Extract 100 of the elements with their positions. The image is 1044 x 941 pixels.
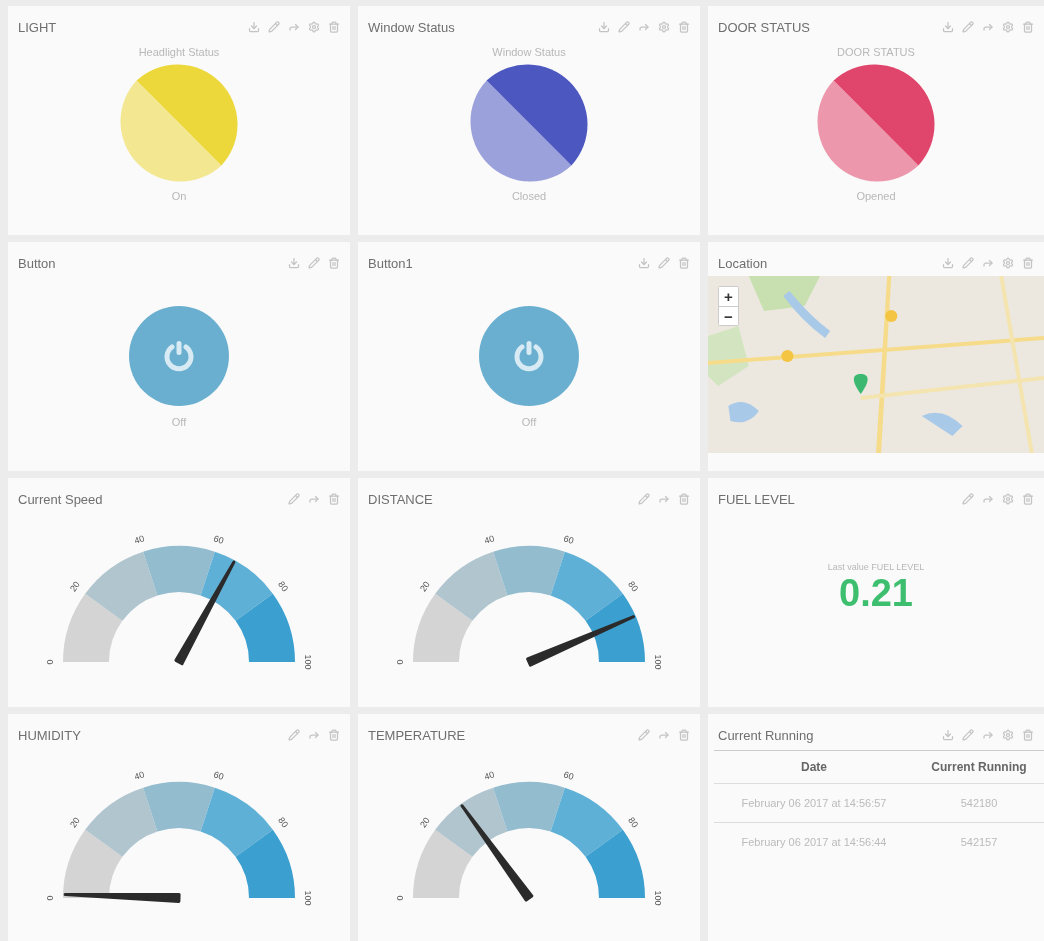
pencil-icon[interactable]: [638, 729, 650, 741]
gauge-tick-label: 0: [395, 659, 406, 665]
status-value: Opened: [856, 190, 896, 202]
gauge-tick-label: 80: [626, 815, 641, 830]
gauge-tick-label: 100: [302, 654, 313, 670]
trash-icon[interactable]: [678, 493, 690, 505]
share-icon[interactable]: [982, 729, 994, 741]
widget-title: TEMPERATURE: [368, 727, 466, 743]
status-value: Closed: [511, 190, 547, 202]
download-icon[interactable]: [638, 257, 650, 269]
value-caption: Last value FUEL LEVEL: [827, 562, 925, 572]
download-icon[interactable]: [598, 21, 610, 33]
trash-icon[interactable]: [1022, 21, 1034, 33]
table-cell-text: 542180: [959, 797, 999, 809]
widget-title: Current Speed: [18, 491, 103, 507]
download-icon[interactable]: [942, 21, 954, 33]
settings-icon[interactable]: [1002, 257, 1014, 269]
pencil-icon[interactable]: [962, 257, 974, 269]
trash-icon[interactable]: [328, 21, 340, 33]
trash-icon[interactable]: [1022, 257, 1034, 269]
chart-caption: Window Status: [492, 46, 566, 58]
pencil-icon[interactable]: [268, 21, 280, 33]
table-cell-text: February 06 2017 at 14:56:44: [740, 836, 888, 848]
gauge-tick-label: 40: [132, 533, 146, 546]
settings-icon[interactable]: [1002, 729, 1014, 741]
gauge-tick-label: 80: [276, 579, 291, 594]
table-cell-text: February 06 2017 at 14:56:57: [740, 797, 888, 809]
gauge-tick-label: 0: [45, 659, 56, 665]
pencil-icon[interactable]: [962, 493, 974, 505]
widget-title: Current Running: [718, 727, 814, 743]
table-cell-text: 542157: [959, 836, 999, 848]
widget-title: DOOR STATUS: [718, 19, 810, 35]
pencil-icon[interactable]: [638, 493, 650, 505]
share-icon[interactable]: [638, 21, 650, 33]
widget-title: Button: [18, 255, 56, 271]
status-value: On: [171, 190, 187, 202]
button-state: Off: [521, 416, 537, 428]
gauge-tick-label: 100: [302, 890, 313, 906]
widget-title: HUMIDITY: [18, 727, 81, 743]
download-icon[interactable]: [942, 257, 954, 269]
pencil-icon[interactable]: [962, 729, 974, 741]
gauge-tick-label: 80: [276, 815, 291, 830]
gauge-tick-label: 20: [67, 815, 82, 830]
pencil-icon[interactable]: [308, 257, 320, 269]
download-icon[interactable]: [288, 257, 300, 269]
settings-icon[interactable]: [308, 21, 320, 33]
share-icon[interactable]: [982, 21, 994, 33]
share-icon[interactable]: [288, 21, 300, 33]
pencil-icon[interactable]: [658, 257, 670, 269]
download-icon[interactable]: [248, 21, 260, 33]
settings-icon[interactable]: [1002, 21, 1014, 33]
trash-icon[interactable]: [328, 257, 340, 269]
pencil-icon[interactable]: [618, 21, 630, 33]
gauge-tick-label: 40: [482, 769, 496, 782]
widget-title: Location: [718, 255, 768, 271]
settings-icon[interactable]: [658, 21, 670, 33]
chart-caption: DOOR STATUS: [837, 46, 915, 58]
gauge-tick-label: 20: [67, 579, 82, 594]
trash-icon[interactable]: [678, 729, 690, 741]
chart-caption: Headlight Status: [138, 46, 220, 58]
gauge-tick-label: 40: [132, 769, 146, 782]
download-icon[interactable]: [942, 729, 954, 741]
column-header: Current Running: [930, 760, 1028, 774]
column-header: Date: [800, 760, 828, 774]
widget-title: LIGHT: [18, 19, 57, 35]
trash-icon[interactable]: [678, 21, 690, 33]
widget-title: DISTANCE: [368, 491, 433, 507]
trash-icon[interactable]: [328, 493, 340, 505]
gauge-tick-label: 0: [395, 895, 406, 901]
button-state: Off: [171, 416, 187, 428]
gauge-tick-label: 60: [212, 769, 226, 782]
gauge-tick-label: 100: [652, 654, 663, 670]
zoom-out-button[interactable]: −: [719, 306, 738, 325]
gauge-tick-label: 60: [212, 533, 226, 546]
trash-icon[interactable]: [1022, 493, 1034, 505]
widget-title: Window Status: [368, 19, 455, 35]
gauge-tick-label: 60: [562, 533, 576, 546]
fuel-value: 0.21: [839, 572, 913, 615]
share-icon[interactable]: [308, 729, 320, 741]
gauge-tick-label: 80: [626, 579, 641, 594]
trash-icon[interactable]: [328, 729, 340, 741]
trash-icon[interactable]: [1022, 729, 1034, 741]
widget-title: FUEL LEVEL: [718, 491, 795, 507]
gauge-tick-label: 20: [417, 579, 432, 594]
gauge-tick-label: 60: [562, 769, 576, 782]
trash-icon[interactable]: [678, 257, 690, 269]
share-icon[interactable]: [658, 493, 670, 505]
settings-icon[interactable]: [1002, 493, 1014, 505]
gauge-tick-label: 100: [652, 890, 663, 906]
share-icon[interactable]: [658, 729, 670, 741]
pencil-icon[interactable]: [288, 493, 300, 505]
share-icon[interactable]: [982, 257, 994, 269]
share-icon[interactable]: [982, 493, 994, 505]
widget-title: Button1: [368, 255, 413, 271]
gauge-tick-label: 40: [482, 533, 496, 546]
pencil-icon[interactable]: [962, 21, 974, 33]
share-icon[interactable]: [308, 493, 320, 505]
gauge-tick-label: 20: [417, 815, 432, 830]
pencil-icon[interactable]: [288, 729, 300, 741]
gauge-tick-label: 0: [45, 895, 56, 901]
